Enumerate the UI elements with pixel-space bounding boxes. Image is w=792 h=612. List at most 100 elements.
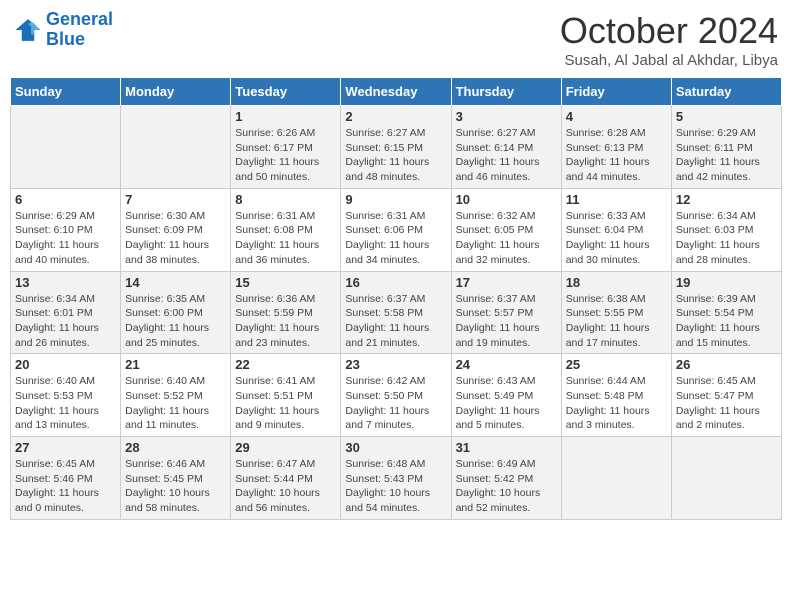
calendar-cell: 9 Sunrise: 6:31 AMSunset: 6:06 PMDaylight… xyxy=(341,188,451,271)
column-header-thursday: Thursday xyxy=(451,78,561,106)
day-info: Sunrise: 6:35 AMSunset: 6:00 PMDaylight:… xyxy=(125,292,226,351)
calendar-cell: 14 Sunrise: 6:35 AMSunset: 6:00 PMDayligh… xyxy=(121,271,231,354)
calendar-cell: 11 Sunrise: 6:33 AMSunset: 6:04 PMDayligh… xyxy=(561,188,671,271)
day-number: 4 xyxy=(566,109,667,124)
day-number: 30 xyxy=(345,440,446,455)
day-number: 28 xyxy=(125,440,226,455)
calendar-cell: 22 Sunrise: 6:41 AMSunset: 5:51 PMDayligh… xyxy=(231,354,341,437)
calendar-week-row: 1 Sunrise: 6:26 AMSunset: 6:17 PMDaylight… xyxy=(11,106,782,189)
calendar-cell: 27 Sunrise: 6:45 AMSunset: 5:46 PMDayligh… xyxy=(11,437,121,520)
calendar-cell xyxy=(11,106,121,189)
day-number: 23 xyxy=(345,357,446,372)
day-number: 24 xyxy=(456,357,557,372)
calendar-cell: 4Sunrise: 6:28 AMSunset: 6:13 PMDaylight… xyxy=(561,106,671,189)
calendar-cell xyxy=(561,437,671,520)
calendar-cell: 2 Sunrise: 6:27 AMSunset: 6:15 PMDaylight… xyxy=(341,106,451,189)
day-number: 22 xyxy=(235,357,336,372)
calendar-week-row: 6 Sunrise: 6:29 AMSunset: 6:10 PMDaylight… xyxy=(11,188,782,271)
day-number: 29 xyxy=(235,440,336,455)
day-number: 5 xyxy=(676,109,777,124)
calendar-cell: 12 Sunrise: 6:34 AMSunset: 6:03 PMDayligh… xyxy=(671,188,781,271)
day-number: 2 xyxy=(345,109,446,124)
day-info: Sunrise: 6:39 AMSunset: 5:54 PMDaylight:… xyxy=(676,292,777,351)
day-info: Sunrise: 6:26 AMSunset: 6:17 PMDaylight:… xyxy=(235,126,336,185)
calendar-header-row: SundayMondayTuesdayWednesdayThursdayFrid… xyxy=(11,78,782,106)
day-info: Sunrise: 6:32 AMSunset: 6:05 PMDaylight:… xyxy=(456,209,557,268)
column-header-sunday: Sunday xyxy=(11,78,121,106)
calendar-week-row: 27 Sunrise: 6:45 AMSunset: 5:46 PMDayligh… xyxy=(11,437,782,520)
day-number: 14 xyxy=(125,275,226,290)
day-info: Sunrise: 6:45 AMSunset: 5:47 PMDaylight:… xyxy=(676,374,777,433)
day-number: 26 xyxy=(676,357,777,372)
calendar-cell: 30 Sunrise: 6:48 AMSunset: 5:43 PMDayligh… xyxy=(341,437,451,520)
day-number: 12 xyxy=(676,192,777,207)
calendar-cell: 10 Sunrise: 6:32 AMSunset: 6:05 PMDayligh… xyxy=(451,188,561,271)
day-number: 19 xyxy=(676,275,777,290)
day-info: Sunrise: 6:37 AMSunset: 5:57 PMDaylight:… xyxy=(456,292,557,351)
logo-text: GeneralBlue xyxy=(46,10,113,50)
calendar-week-row: 13Sunrise: 6:34 AMSunset: 6:01 PMDayligh… xyxy=(11,271,782,354)
calendar-cell: 16Sunrise: 6:37 AMSunset: 5:58 PMDayligh… xyxy=(341,271,451,354)
day-info: Sunrise: 6:27 AMSunset: 6:14 PMDaylight:… xyxy=(456,126,557,185)
day-number: 6 xyxy=(15,192,116,207)
day-info: Sunrise: 6:40 AMSunset: 5:53 PMDaylight:… xyxy=(15,374,116,433)
day-info: Sunrise: 6:36 AMSunset: 5:59 PMDaylight:… xyxy=(235,292,336,351)
day-info: Sunrise: 6:27 AMSunset: 6:15 PMDaylight:… xyxy=(345,126,446,185)
day-info: Sunrise: 6:37 AMSunset: 5:58 PMDaylight:… xyxy=(345,292,446,351)
day-info: Sunrise: 6:30 AMSunset: 6:09 PMDaylight:… xyxy=(125,209,226,268)
calendar-cell: 19 Sunrise: 6:39 AMSunset: 5:54 PMDayligh… xyxy=(671,271,781,354)
column-header-monday: Monday xyxy=(121,78,231,106)
calendar-cell: 5 Sunrise: 6:29 AMSunset: 6:11 PMDaylight… xyxy=(671,106,781,189)
calendar-cell: 23 Sunrise: 6:42 AMSunset: 5:50 PMDayligh… xyxy=(341,354,451,437)
day-info: Sunrise: 6:40 AMSunset: 5:52 PMDaylight:… xyxy=(125,374,226,433)
day-number: 1 xyxy=(235,109,336,124)
column-header-friday: Friday xyxy=(561,78,671,106)
calendar-cell: 3Sunrise: 6:27 AMSunset: 6:14 PMDaylight… xyxy=(451,106,561,189)
subtitle: Susah, Al Jabal al Akhdar, Libya xyxy=(560,52,778,69)
calendar-cell: 1 Sunrise: 6:26 AMSunset: 6:17 PMDaylight… xyxy=(231,106,341,189)
calendar-body: 1 Sunrise: 6:26 AMSunset: 6:17 PMDaylight… xyxy=(11,106,782,520)
day-info: Sunrise: 6:42 AMSunset: 5:50 PMDaylight:… xyxy=(345,374,446,433)
calendar-cell: 6 Sunrise: 6:29 AMSunset: 6:10 PMDaylight… xyxy=(11,188,121,271)
day-number: 11 xyxy=(566,192,667,207)
day-info: Sunrise: 6:49 AMSunset: 5:42 PMDaylight:… xyxy=(456,457,557,516)
day-info: Sunrise: 6:48 AMSunset: 5:43 PMDaylight:… xyxy=(345,457,446,516)
calendar-cell: 18 Sunrise: 6:38 AMSunset: 5:55 PMDayligh… xyxy=(561,271,671,354)
calendar-cell: 20Sunrise: 6:40 AMSunset: 5:53 PMDayligh… xyxy=(11,354,121,437)
day-number: 9 xyxy=(345,192,446,207)
day-info: Sunrise: 6:34 AMSunset: 6:03 PMDaylight:… xyxy=(676,209,777,268)
day-info: Sunrise: 6:34 AMSunset: 6:01 PMDaylight:… xyxy=(15,292,116,351)
calendar-cell: 15Sunrise: 6:36 AMSunset: 5:59 PMDayligh… xyxy=(231,271,341,354)
day-number: 10 xyxy=(456,192,557,207)
calendar-cell: 25Sunrise: 6:44 AMSunset: 5:48 PMDayligh… xyxy=(561,354,671,437)
day-info: Sunrise: 6:38 AMSunset: 5:55 PMDaylight:… xyxy=(566,292,667,351)
calendar-cell: 21Sunrise: 6:40 AMSunset: 5:52 PMDayligh… xyxy=(121,354,231,437)
calendar-cell: 8Sunrise: 6:31 AMSunset: 6:08 PMDaylight… xyxy=(231,188,341,271)
calendar-cell xyxy=(121,106,231,189)
day-number: 7 xyxy=(125,192,226,207)
column-header-tuesday: Tuesday xyxy=(231,78,341,106)
logo: GeneralBlue xyxy=(14,10,113,50)
title-block: October 2024 Susah, Al Jabal al Akhdar, … xyxy=(560,10,778,69)
day-number: 17 xyxy=(456,275,557,290)
day-info: Sunrise: 6:33 AMSunset: 6:04 PMDaylight:… xyxy=(566,209,667,268)
month-title: October 2024 xyxy=(560,10,778,52)
day-info: Sunrise: 6:29 AMSunset: 6:11 PMDaylight:… xyxy=(676,126,777,185)
logo-icon xyxy=(14,16,42,44)
calendar-cell: 29Sunrise: 6:47 AMSunset: 5:44 PMDayligh… xyxy=(231,437,341,520)
calendar-cell: 13Sunrise: 6:34 AMSunset: 6:01 PMDayligh… xyxy=(11,271,121,354)
day-number: 27 xyxy=(15,440,116,455)
day-number: 25 xyxy=(566,357,667,372)
calendar-cell: 28 Sunrise: 6:46 AMSunset: 5:45 PMDayligh… xyxy=(121,437,231,520)
day-info: Sunrise: 6:41 AMSunset: 5:51 PMDaylight:… xyxy=(235,374,336,433)
calendar-table: SundayMondayTuesdayWednesdayThursdayFrid… xyxy=(10,77,782,520)
calendar-week-row: 20Sunrise: 6:40 AMSunset: 5:53 PMDayligh… xyxy=(11,354,782,437)
day-info: Sunrise: 6:31 AMSunset: 6:06 PMDaylight:… xyxy=(345,209,446,268)
day-number: 18 xyxy=(566,275,667,290)
column-header-saturday: Saturday xyxy=(671,78,781,106)
day-info: Sunrise: 6:45 AMSunset: 5:46 PMDaylight:… xyxy=(15,457,116,516)
calendar-cell xyxy=(671,437,781,520)
calendar-cell: 17 Sunrise: 6:37 AMSunset: 5:57 PMDayligh… xyxy=(451,271,561,354)
day-info: Sunrise: 6:46 AMSunset: 5:45 PMDaylight:… xyxy=(125,457,226,516)
day-info: Sunrise: 6:29 AMSunset: 6:10 PMDaylight:… xyxy=(15,209,116,268)
